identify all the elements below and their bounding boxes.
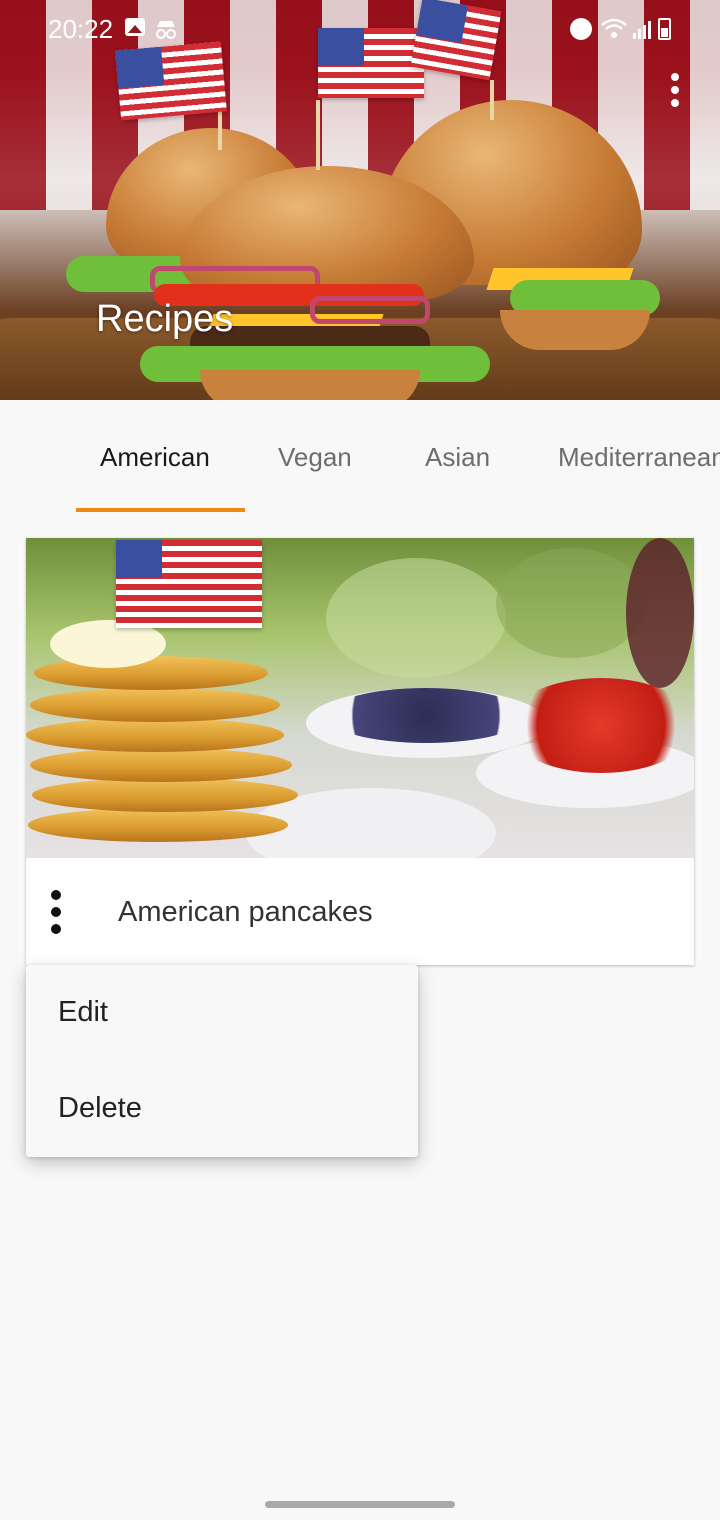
recipe-card[interactable]: American pancakes (26, 538, 694, 965)
overflow-menu-button[interactable] (660, 70, 690, 110)
more-vert-icon (671, 73, 679, 81)
incognito-icon (156, 21, 176, 39)
page-title: Recipes (96, 298, 234, 340)
recipe-options-button[interactable] (42, 890, 70, 934)
menu-item-delete[interactable]: Delete (26, 1061, 418, 1157)
header-image-burger-front (140, 166, 500, 400)
tab-vegan[interactable]: Vegan (278, 442, 352, 473)
more-vert-icon (51, 890, 61, 900)
collapsing-header: Recipes (0, 0, 720, 400)
gesture-navigation-handle[interactable] (265, 1501, 455, 1508)
alarm-icon (570, 18, 592, 40)
menu-item-label: Edit (58, 996, 108, 1028)
category-tabs: American Vegan Asian Mediterranean (0, 400, 720, 512)
status-time: 20:22 (48, 14, 114, 44)
battery-icon (658, 18, 671, 40)
menu-item-edit[interactable]: Edit (26, 965, 418, 1061)
menu-item-label: Delete (58, 1092, 142, 1124)
recipe-image (26, 538, 694, 858)
image-icon (125, 18, 145, 36)
signal-icon (633, 21, 651, 39)
tab-mediterranean[interactable]: Mediterranean (558, 442, 720, 473)
tab-american[interactable]: American (100, 442, 210, 473)
recipe-image-flag (116, 540, 262, 628)
tab-indicator (76, 508, 245, 512)
status-bar: 20:22 (0, 0, 720, 60)
tab-asian[interactable]: Asian (425, 442, 490, 473)
wifi-icon (601, 18, 627, 38)
recipe-title: American pancakes (118, 896, 373, 928)
recipe-card-footer: American pancakes (26, 858, 694, 965)
recipe-options-menu: Edit Delete (26, 965, 418, 1157)
